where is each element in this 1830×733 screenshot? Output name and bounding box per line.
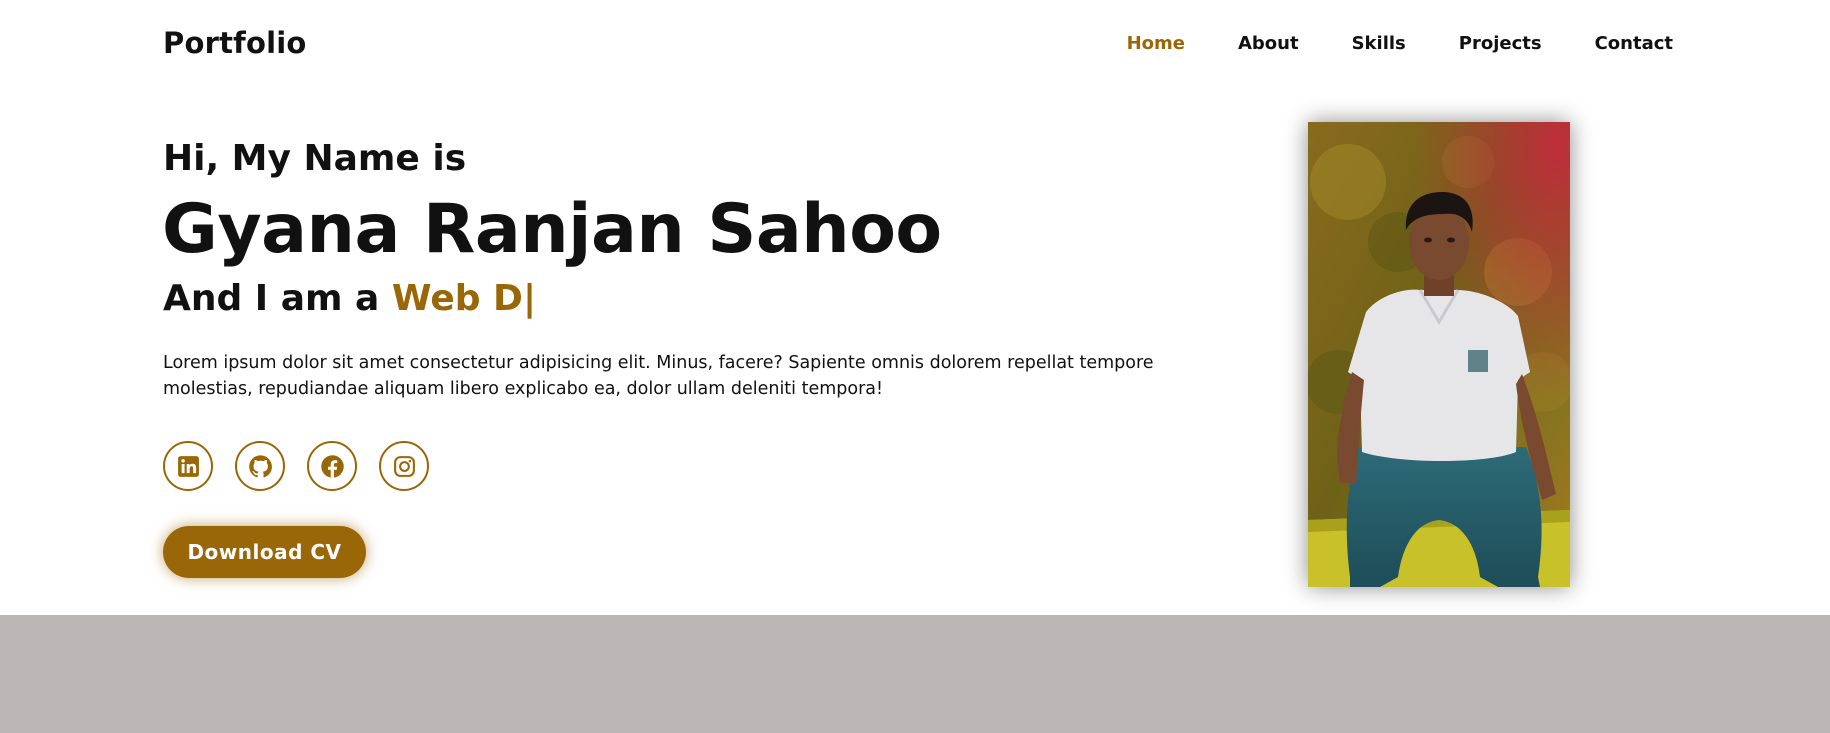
hero-section: Hi, My Name is Gyana Ranjan Sahoo And I … xyxy=(0,90,1830,615)
instagram-link[interactable] xyxy=(379,441,429,491)
instagram-icon xyxy=(393,455,415,477)
hero-role: And I am a Web D| xyxy=(163,278,536,319)
typing-cursor: | xyxy=(522,278,537,319)
linkedin-link[interactable] xyxy=(163,441,213,491)
hero-greeting: Hi, My Name is xyxy=(163,138,467,179)
download-cv-button[interactable]: Download CV xyxy=(163,526,366,578)
nav-about-link[interactable]: About xyxy=(1238,33,1299,54)
nav-skills-link[interactable]: Skills xyxy=(1352,33,1406,54)
hero-name: Gyana Ranjan Sahoo xyxy=(162,190,942,269)
role-prefix: And I am a xyxy=(163,278,380,319)
nav-home-link[interactable]: Home xyxy=(1127,33,1185,54)
github-link[interactable] xyxy=(235,441,285,491)
nav-projects-link[interactable]: Projects xyxy=(1459,33,1542,54)
nav-links: Home About Skills Projects Contact xyxy=(1127,33,1673,54)
facebook-link[interactable] xyxy=(307,441,357,491)
linkedin-icon xyxy=(177,455,199,477)
lower-section xyxy=(0,615,1830,733)
hero-intro-text: Lorem ipsum dolor sit amet consectetur a… xyxy=(163,353,1154,399)
navbar: Portfolio Home About Skills Projects Con… xyxy=(0,0,1830,90)
nav-contact-link[interactable]: Contact xyxy=(1595,33,1673,54)
social-links xyxy=(163,441,429,491)
role-typed-text: Web D xyxy=(391,278,523,319)
profile-photo-image xyxy=(1308,122,1570,587)
facebook-icon xyxy=(320,454,344,478)
github-icon xyxy=(248,454,272,477)
brand-logo[interactable]: Portfolio xyxy=(163,26,307,60)
profile-photo xyxy=(1308,122,1570,587)
